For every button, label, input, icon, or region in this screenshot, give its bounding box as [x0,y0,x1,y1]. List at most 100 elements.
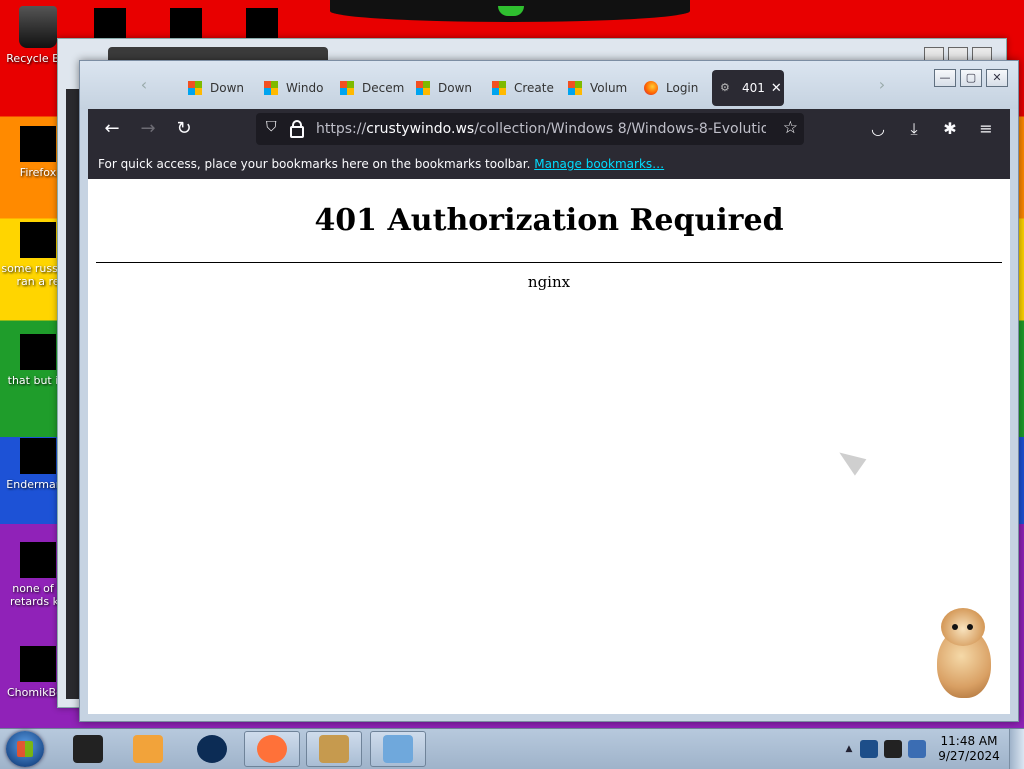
tab-3[interactable]: Decem [332,70,408,106]
url-bar[interactable]: ⛉ https://crustywindo.ws/collection/Wind… [256,113,804,145]
pocket-icon[interactable]: ◡ [868,117,888,141]
terminal-icon [73,735,103,763]
tab-scroll-right-icon[interactable]: › [870,73,894,97]
hamster-eye [967,624,973,630]
page-heading: 401 Authorization Required [314,203,784,238]
recycle-bin-icon [19,6,57,48]
mouse-cursor-icon [833,444,867,476]
document-icon [20,222,56,258]
taskbar-item-firefox[interactable] [244,731,300,767]
back-arrow-icon[interactable]: ← [100,117,124,141]
clock-time: 11:48 AM [940,734,998,748]
page-icon: ⚙ [720,81,730,94]
show-desktop-button[interactable] [1009,729,1024,769]
windows-logo-icon [188,81,202,95]
extensions-icon[interactable]: ✱ [940,117,960,141]
tray-app-icon[interactable] [860,740,878,758]
toolbar-right-icons: ◡ ⤓ ✱ ≡ [868,117,996,141]
taskbar-item-chomikbox[interactable] [306,731,362,767]
url-host: crustywindo.ws [366,121,475,137]
firefox-window: ‹ Down Windo Decem Down Create Volum Log… [79,60,1019,722]
tab-2[interactable]: Windo [256,70,332,106]
download-icon[interactable]: ⤓ [904,117,924,141]
hamster-mascot [925,606,1005,706]
volume-icon[interactable] [908,740,926,758]
tab-5[interactable]: Create [484,70,560,106]
media-player-icon [133,735,163,763]
tab-label: Volum [590,81,628,95]
tab-label: Down [210,81,245,95]
forward-arrow-icon[interactable]: → [136,117,160,141]
reload-icon[interactable]: ↻ [172,117,196,141]
taskbar-item-globe[interactable] [184,731,240,767]
taskbar-item-downloader[interactable] [370,731,426,767]
globe-icon [197,735,227,763]
windows-logo-icon [568,81,582,95]
hamster-eye [952,624,958,630]
tab-label: Decem [362,81,405,95]
hamster-icon [319,735,349,763]
tab-label: Windo [286,81,324,95]
bookmarks-toolbar: For quick access, place your bookmarks h… [88,149,1010,179]
menu-icon[interactable]: ≡ [976,117,996,141]
tab-active[interactable]: ⚙ 401 ✕ [712,70,784,106]
folder-icon [20,334,56,370]
windows-logo-icon [492,81,506,95]
firefox-icon [644,81,658,95]
show-hidden-icons-icon[interactable]: ▲ [841,744,857,754]
system-tray: ▲ 11:48 AM 9/27/2024 [841,729,1024,769]
hamster-icon [20,646,56,682]
tab-4[interactable]: Down [408,70,484,106]
divider [96,262,1002,263]
start-button[interactable] [6,731,44,767]
url-path: /collection/Windows 8/Windows-8-Evolutio… [474,121,766,137]
server-name: nginx [527,273,571,291]
window-controls: — ▢ ✕ [934,69,1008,87]
desktop-icon-redacted[interactable] [170,8,202,40]
taskbar: ▲ 11:48 AM 9/27/2024 [0,728,1024,769]
app-icon [20,438,56,474]
clock-date: 9/27/2024 [938,749,1000,763]
bookmark-star-icon[interactable]: ☆ [783,118,798,138]
desktop-top-icons [94,8,278,40]
page-content: 401 Authorization Required nginx [88,179,1010,714]
tab-label: Create [514,81,554,95]
manage-bookmarks-link[interactable]: Manage bookmarks… [534,157,664,171]
shield-icon[interactable]: ⛉ [266,119,277,135]
desktop-icon-redacted[interactable] [246,8,278,40]
tab-label: Down [438,81,473,95]
tab-label: 401 [742,81,765,95]
download-manager-icon [383,735,413,763]
clock[interactable]: 11:48 AM 9/27/2024 [929,734,1009,764]
windows-logo-icon [264,81,278,95]
close-button[interactable]: ✕ [986,69,1008,87]
taskbar-item-terminal[interactable] [60,731,116,767]
maximize-button[interactable]: ▢ [960,69,982,87]
desktop-icon-redacted[interactable] [94,8,126,40]
tab-label: Login [666,81,699,95]
navigation-toolbar: ← → ↻ ⛉ https://crustywindo.ws/collectio… [88,109,1010,149]
tab-scroll-left-icon[interactable]: ‹ [132,73,156,97]
bookmarks-hint-text: For quick access, place your bookmarks h… [98,157,531,171]
firefox-icon [20,126,56,162]
tab-7[interactable]: Login [636,70,712,106]
windows-logo-icon [416,81,430,95]
windows-logo-icon [340,81,354,95]
tab-strip: Down Windo Decem Down Create Volum Login… [180,70,784,106]
minimize-button[interactable]: — [934,69,956,87]
tab-6[interactable]: Volum [560,70,636,106]
wallpaper-dot [498,6,524,16]
background-window-sidebar [66,89,80,699]
url-text[interactable]: https://crustywindo.ws/collection/Window… [316,121,766,137]
taskbar-item-media-player[interactable] [120,731,176,767]
tab-1[interactable]: Down [180,70,256,106]
wallpaper-shape [330,0,690,22]
close-tab-icon[interactable]: ✕ [771,81,782,96]
lock-icon[interactable] [290,120,304,138]
url-prefix: https:// [316,121,367,137]
firefox-icon [257,735,287,763]
title-bar[interactable]: ‹ Down Windo Decem Down Create Volum Log… [80,61,1018,109]
network-icon[interactable] [884,740,902,758]
app-icon [20,542,56,578]
hamster-head [941,608,985,646]
